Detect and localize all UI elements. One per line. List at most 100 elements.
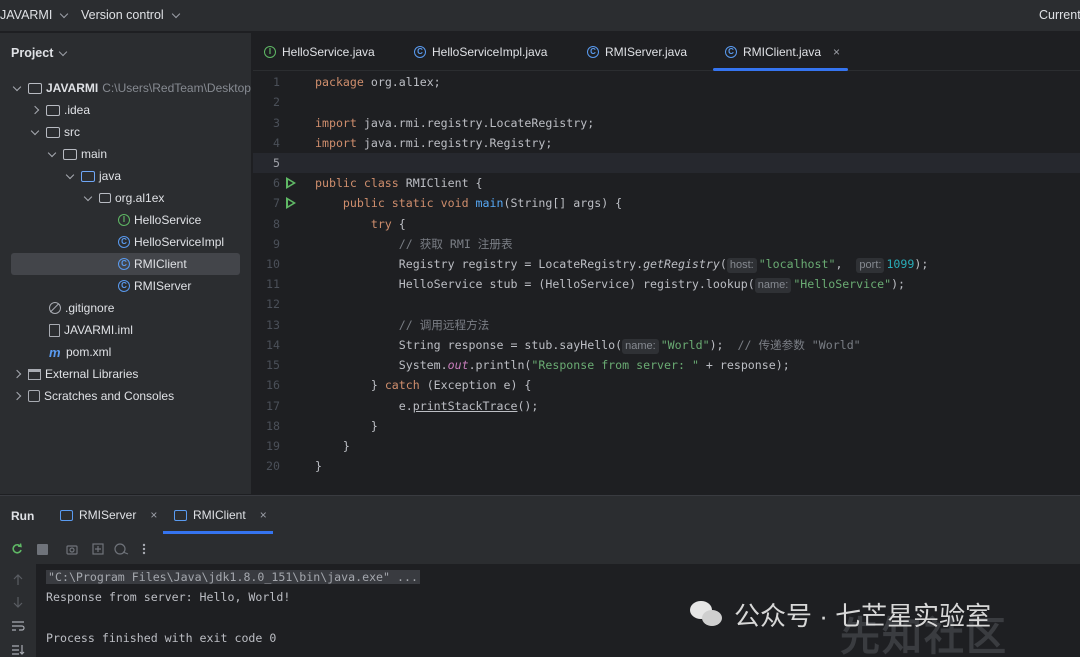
- title-bar: JAVARMI Version control Current: [0, 0, 1080, 32]
- chevron-right-icon[interactable]: [12, 369, 22, 379]
- coverage-icon[interactable]: [114, 543, 130, 555]
- close-icon[interactable]: ×: [260, 508, 267, 522]
- run-gutter-icon[interactable]: [286, 197, 296, 209]
- close-icon[interactable]: ×: [833, 45, 840, 59]
- run-gutter-icon[interactable]: [286, 177, 296, 189]
- code-text: (String[] args) {: [503, 196, 623, 210]
- code-text: System.: [315, 358, 448, 372]
- string-literal: "Response from server: ": [531, 358, 699, 372]
- console-command: "C:\Program Files\Java\jdk1.8.0_151\bin\…: [46, 570, 420, 584]
- stop-icon[interactable]: [37, 544, 48, 555]
- tab-rmiclient[interactable]: C RMIClient.java ×: [725, 45, 840, 59]
- tab-label: HelloService.java: [282, 45, 375, 59]
- method-name: getRegistry: [643, 257, 720, 271]
- module-folder-icon: [28, 82, 42, 94]
- code-line: 18 }: [253, 416, 1080, 436]
- code-text: ();: [517, 399, 539, 413]
- code-text: (Exception e) {: [419, 378, 532, 392]
- project-switcher[interactable]: JAVARMI: [0, 8, 69, 22]
- restore-layout-icon[interactable]: [92, 543, 104, 555]
- code-line: 13 // 调用远程方法: [253, 315, 1080, 335]
- tree-item-javarmi[interactable]: JAVARMI C:\Users\RedTeam\Desktop: [12, 77, 251, 99]
- class-icon: C: [118, 280, 130, 292]
- watermark: 公众号 · 七芒星实验室: [690, 596, 991, 633]
- project-name: JAVARMI: [0, 8, 53, 22]
- chevron-right-icon[interactable]: [30, 105, 40, 115]
- arrow-up-icon[interactable]: [12, 574, 24, 586]
- folder-icon: [46, 104, 60, 116]
- chevron-down-icon[interactable]: [83, 192, 93, 201]
- chevron-right-icon[interactable]: [12, 391, 22, 401]
- soft-wrap-icon[interactable]: [11, 620, 25, 632]
- console-line: Response from server: Hello, World!: [46, 590, 291, 604]
- console-line: Process finished with exit code 0: [46, 631, 277, 645]
- tree-item-pom[interactable]: m pom.xml: [49, 341, 111, 363]
- run-config-icon: [60, 509, 73, 521]
- run-panel-title: Run: [11, 509, 35, 523]
- more-options-icon[interactable]: [141, 543, 147, 555]
- code-line: 12: [253, 294, 1080, 314]
- line-number: 15: [266, 358, 280, 372]
- scratches-icon: [28, 390, 40, 402]
- code-line: 20}: [253, 456, 1080, 476]
- interface-icon: I: [264, 46, 276, 58]
- chevron-down-icon[interactable]: [47, 148, 57, 157]
- tree-item-external-libraries[interactable]: External Libraries: [12, 363, 138, 385]
- vcs-menu[interactable]: Version control: [81, 8, 180, 22]
- rerun-icon[interactable]: [11, 543, 23, 555]
- code-editor[interactable]: 1 package org.al1ex; 2 3 import java.rmi.r…: [253, 72, 1080, 494]
- run-config-selector[interactable]: Current: [1039, 8, 1080, 22]
- line-number: 5: [273, 156, 280, 170]
- chevron-down-icon[interactable]: [12, 82, 22, 91]
- chevron-down-icon[interactable]: [65, 170, 75, 179]
- tree-item-helloserviceimpl[interactable]: C HelloServiceImpl: [118, 231, 224, 253]
- method-name: printStackTrace: [412, 399, 518, 413]
- tree-item-helloservice[interactable]: I HelloService: [118, 209, 201, 231]
- tree-item-package[interactable]: org.al1ex: [83, 187, 164, 209]
- run-tab-rmiserver[interactable]: RMIServer ×: [60, 508, 157, 522]
- run-tab-rmiclient[interactable]: RMIClient ×: [174, 508, 267, 522]
- run-panel-header: Run RMIServer × RMIClient ×: [0, 496, 1080, 534]
- camera-icon[interactable]: [66, 543, 78, 555]
- code-text: }: [315, 419, 378, 433]
- tree-item-rmiclient[interactable]: C RMIClient: [11, 253, 240, 275]
- code-text: org.al1ex;: [363, 75, 441, 89]
- close-icon[interactable]: ×: [150, 508, 157, 522]
- tab-helloservice[interactable]: I HelloService.java: [264, 45, 375, 59]
- tree-item-scratches[interactable]: Scratches and Consoles: [12, 385, 174, 407]
- tree-item-label: JAVARMI: [46, 81, 99, 95]
- tree-item-iml[interactable]: JAVARMI.iml: [49, 319, 133, 341]
- keyword: public class: [315, 176, 399, 190]
- tree-item-main[interactable]: main: [47, 143, 107, 165]
- code-text: + response);: [698, 358, 790, 372]
- file-icon: [49, 323, 60, 337]
- maven-icon: m: [49, 344, 61, 360]
- run-config-label: Current: [1039, 8, 1080, 22]
- project-panel-header[interactable]: Project: [11, 46, 68, 60]
- code-text: Registry registry = LocateRegistry.: [315, 257, 644, 271]
- line-number: 10: [266, 257, 280, 271]
- class-icon: C: [587, 46, 599, 58]
- tree-item-src[interactable]: src: [30, 121, 80, 143]
- project-panel: Project JAVARMI C:\Users\RedTeam\Desktop…: [0, 33, 252, 494]
- tree-item-idea[interactable]: .idea: [30, 99, 90, 121]
- tree-item-label: JAVARMI.iml: [64, 323, 133, 337]
- code-line: 14 String response = stub.sayHello(name:…: [253, 335, 1080, 355]
- scroll-to-end-icon[interactable]: [11, 644, 25, 656]
- wechat-icon: [690, 600, 724, 629]
- tree-item-gitignore[interactable]: .gitignore: [49, 297, 114, 319]
- tree-item-label: src: [64, 125, 80, 139]
- tree-item-label: pom.xml: [66, 345, 112, 359]
- tab-label: RMIClient.java: [743, 45, 822, 59]
- arrow-down-icon[interactable]: [12, 596, 24, 608]
- tab-helloserviceimpl[interactable]: C HelloServiceImpl.java: [414, 45, 547, 59]
- tab-rmiserver[interactable]: C RMIServer.java: [587, 45, 687, 59]
- package-icon: [99, 193, 111, 203]
- code-line: 11 HelloService stub = (HelloService) re…: [253, 274, 1080, 294]
- class-icon: C: [414, 46, 426, 58]
- line-number: 12: [266, 297, 280, 311]
- tree-item-java[interactable]: java: [65, 165, 121, 187]
- tree-item-rmiserver[interactable]: C RMIServer: [118, 275, 191, 297]
- source-folder-icon: [81, 170, 95, 182]
- chevron-down-icon[interactable]: [30, 126, 40, 135]
